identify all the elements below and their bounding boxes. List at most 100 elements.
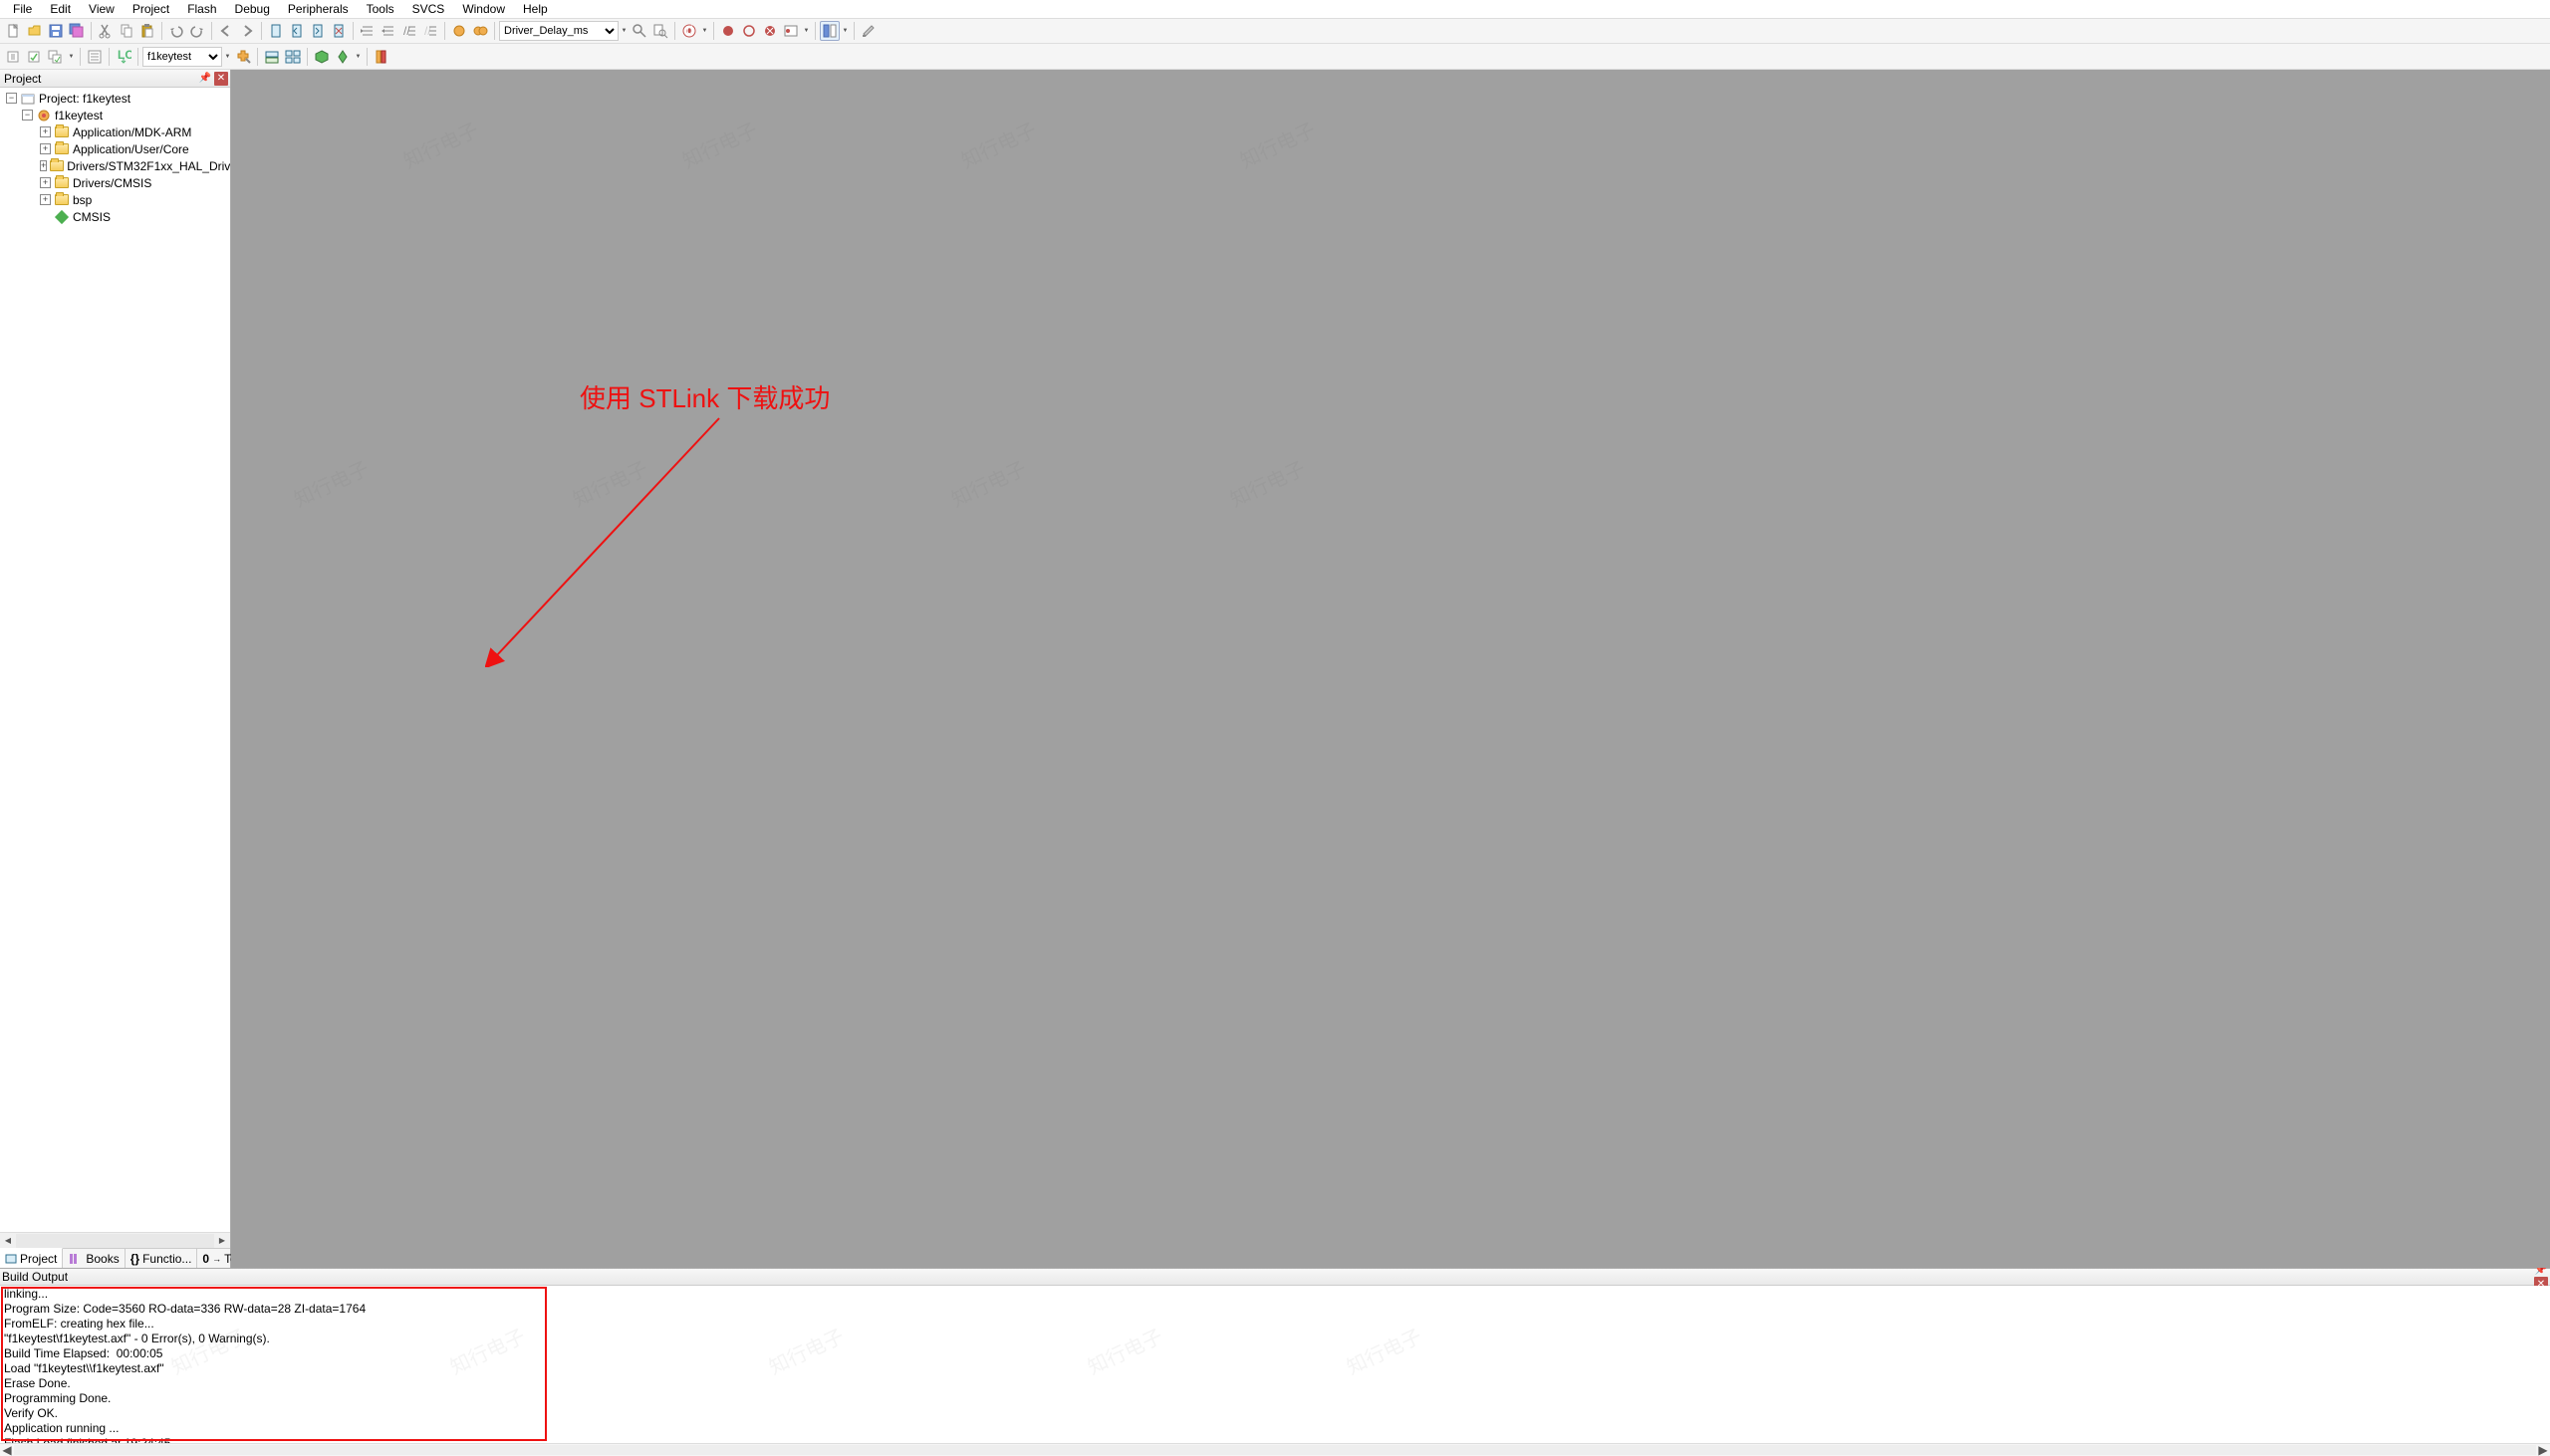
pack-installer-icon[interactable] xyxy=(312,47,332,67)
build-icon[interactable] xyxy=(25,47,45,67)
undo-icon[interactable] xyxy=(166,21,186,41)
tree-component[interactable]: CMSIS xyxy=(0,208,230,225)
open-file-icon[interactable] xyxy=(25,21,45,41)
project-tree[interactable]: − Project: f1keytest − f1keytest + Appli… xyxy=(0,88,230,1232)
macro-icon[interactable] xyxy=(449,21,469,41)
build-output-line: Load "f1keytest\\f1keytest.axf" xyxy=(4,1361,164,1375)
redo-icon[interactable] xyxy=(187,21,207,41)
folder-icon xyxy=(54,176,70,190)
expand-icon[interactable]: + xyxy=(40,160,47,171)
build-dropdown-icon[interactable]: ▼ xyxy=(67,47,76,67)
download-icon[interactable]: LOAD xyxy=(114,47,133,67)
menu-help[interactable]: Help xyxy=(514,1,557,17)
menu-view[interactable]: View xyxy=(80,1,124,17)
menu-flash[interactable]: Flash xyxy=(178,1,225,17)
batch-build-icon[interactable] xyxy=(85,47,105,67)
breakpoint-kill-icon[interactable] xyxy=(760,21,780,41)
build-output-body[interactable]: linking... Program Size: Code=3560 RO-da… xyxy=(0,1286,2550,1443)
manage-multi-project-icon[interactable] xyxy=(283,47,303,67)
expand-icon[interactable]: + xyxy=(40,177,51,188)
tree-folder[interactable]: + Drivers/STM32F1xx_HAL_Driver xyxy=(0,157,230,174)
close-icon[interactable]: ✕ xyxy=(214,72,228,86)
menu-peripherals[interactable]: Peripherals xyxy=(279,1,358,17)
project-hscroll[interactable]: ◀ ▶ xyxy=(0,1232,230,1248)
tree-folder[interactable]: + Drivers/CMSIS xyxy=(0,174,230,191)
debug-dropdown-icon[interactable]: ▼ xyxy=(700,21,709,41)
cut-icon[interactable] xyxy=(96,21,116,41)
tree-folder[interactable]: + Application/User/Core xyxy=(0,140,230,157)
outdent-icon[interactable] xyxy=(379,21,398,41)
scroll-right-icon[interactable]: ▶ xyxy=(214,1234,230,1248)
find-dropdown-icon[interactable]: ▼ xyxy=(620,21,629,41)
nav-back-icon[interactable] xyxy=(216,21,236,41)
save-icon[interactable] xyxy=(46,21,66,41)
debug-icon[interactable]: d xyxy=(679,21,699,41)
menu-edit[interactable]: Edit xyxy=(41,1,80,17)
tree-target[interactable]: − f1keytest xyxy=(0,107,230,123)
expand-icon[interactable]: + xyxy=(40,126,51,137)
target-dropdown-icon[interactable]: ▼ xyxy=(223,47,232,67)
watermark: 知行电子 xyxy=(398,114,483,173)
tree-folder-label: bsp xyxy=(73,193,92,207)
manage-project-icon[interactable] xyxy=(262,47,282,67)
window-dropdown-icon[interactable]: ▼ xyxy=(841,21,850,41)
expand-icon[interactable]: + xyxy=(40,143,51,154)
folder-icon xyxy=(54,193,70,207)
uncomment-icon[interactable]: // xyxy=(420,21,440,41)
scroll-left-icon[interactable]: ◀ xyxy=(0,1234,16,1248)
scroll-right-icon[interactable]: ▶ xyxy=(2536,1443,2550,1456)
target-options-icon[interactable] xyxy=(233,47,253,67)
find-in-files-icon[interactable] xyxy=(650,21,670,41)
rebuild-icon[interactable] xyxy=(46,47,66,67)
translate-icon[interactable] xyxy=(4,47,24,67)
annotation-text: 使用 STLink 下载成功 xyxy=(580,378,830,415)
books-icon[interactable] xyxy=(372,47,391,67)
new-file-icon[interactable] xyxy=(4,21,24,41)
bookmark-next-icon[interactable] xyxy=(308,21,328,41)
bookmark-prev-icon[interactable] xyxy=(287,21,307,41)
tree-folder[interactable]: + bsp xyxy=(0,191,230,208)
tree-root-label: Project: f1keytest xyxy=(39,92,130,106)
pin-icon[interactable]: 📌 xyxy=(198,72,212,86)
build-output-line: FromELF: creating hex file... xyxy=(4,1317,154,1331)
tab-books[interactable]: Books xyxy=(63,1249,125,1268)
menu-file[interactable]: File xyxy=(4,1,41,17)
manage-rte-icon[interactable] xyxy=(333,47,353,67)
bookmark-clear-icon[interactable] xyxy=(329,21,349,41)
configure-icon[interactable] xyxy=(859,21,879,41)
breakpoint-window-icon[interactable] xyxy=(781,21,801,41)
find-combo[interactable]: Driver_Delay_ms xyxy=(499,21,619,41)
project-panel: Project 📌 ✕ − Project: f1keytest − f1key… xyxy=(0,70,231,1268)
save-all-icon[interactable] xyxy=(67,21,87,41)
expand-icon[interactable]: + xyxy=(40,194,51,205)
menu-window[interactable]: Window xyxy=(453,1,514,17)
indent-icon[interactable] xyxy=(358,21,378,41)
comment-icon[interactable]: // xyxy=(399,21,419,41)
target-combo[interactable]: f1keytest xyxy=(142,47,222,67)
bp-dropdown-icon[interactable]: ▼ xyxy=(802,21,811,41)
breakpoint-disable-icon[interactable] xyxy=(739,21,759,41)
window-tile-icon[interactable] xyxy=(820,21,840,41)
copy-icon[interactable] xyxy=(117,21,136,41)
tab-functions[interactable]: {}Functio... xyxy=(126,1249,198,1268)
breakpoint-icon[interactable] xyxy=(718,21,738,41)
tree-root[interactable]: − Project: f1keytest xyxy=(0,90,230,107)
tab-project[interactable]: Project xyxy=(0,1248,63,1268)
bookmark-icon[interactable] xyxy=(266,21,286,41)
nav-forward-icon[interactable] xyxy=(237,21,257,41)
tree-folder[interactable]: + Application/MDK-ARM xyxy=(0,123,230,140)
status-hscroll[interactable]: ◀ ▶ xyxy=(0,1443,2550,1456)
macro2-icon[interactable] xyxy=(470,21,490,41)
build-output-line: Erase Done. xyxy=(4,1376,71,1390)
menu-svcs[interactable]: SVCS xyxy=(403,1,454,17)
menu-tools[interactable]: Tools xyxy=(358,1,403,17)
collapse-icon[interactable]: − xyxy=(22,110,33,121)
collapse-icon[interactable]: − xyxy=(6,93,17,104)
menu-project[interactable]: Project xyxy=(124,1,178,17)
find-icon[interactable] xyxy=(630,21,649,41)
build-output-line: "f1keytest\f1keytest.axf" - 0 Error(s), … xyxy=(4,1332,270,1345)
rte-dropdown-icon[interactable]: ▼ xyxy=(354,47,363,67)
scroll-left-icon[interactable]: ◀ xyxy=(0,1443,14,1456)
menu-debug[interactable]: Debug xyxy=(226,1,279,17)
paste-icon[interactable] xyxy=(137,21,157,41)
